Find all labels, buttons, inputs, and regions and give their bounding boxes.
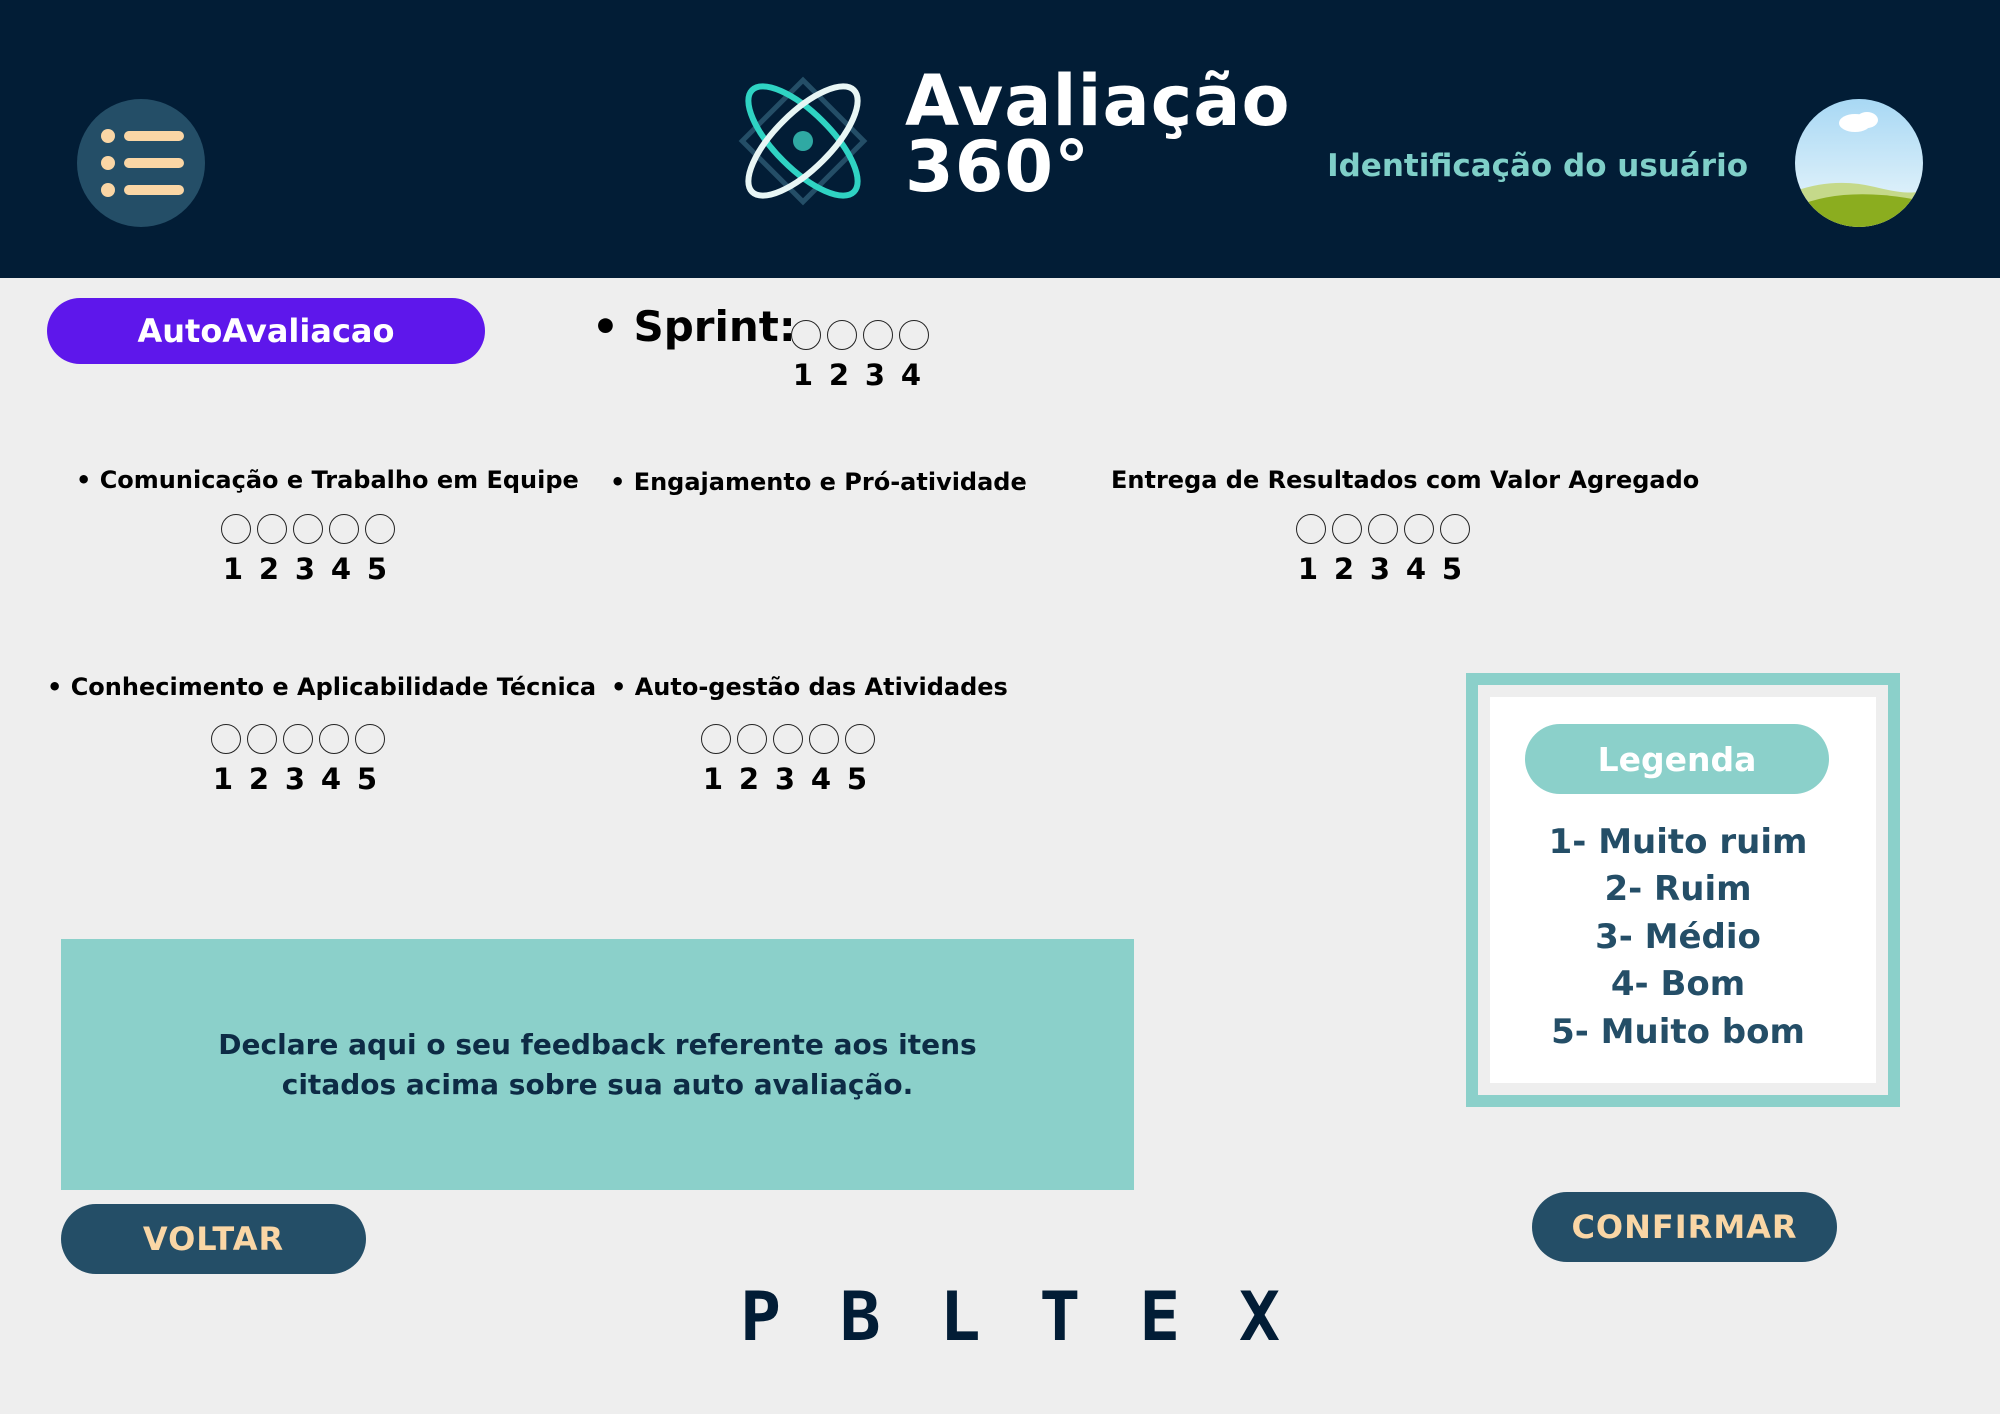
rating-radio-1[interactable] (1296, 514, 1326, 544)
scale-number: 5 (1441, 552, 1463, 586)
rating-radio-1[interactable] (221, 514, 251, 544)
scale-number: 2 (258, 552, 280, 586)
rating-radio-5[interactable] (365, 514, 395, 544)
scale-number: 3 (284, 762, 306, 796)
rating-radio-3[interactable] (283, 724, 313, 754)
legend-title: Legenda (1525, 724, 1829, 794)
brand-letter: X (1238, 1278, 1280, 1357)
brand-letter: T (1039, 1278, 1081, 1357)
tab-autoavaliacao[interactable]: AutoAvaliacao (47, 298, 485, 364)
sprint-radio-4[interactable] (899, 320, 929, 350)
rating-radio-2[interactable] (1332, 514, 1362, 544)
app-title-line2: 360° (905, 126, 1091, 208)
scale-number: 5 (846, 762, 868, 796)
scale-number: 4 (900, 358, 922, 392)
criterion-radio-group-results (1296, 514, 1476, 544)
criterion-radio-group-communication (221, 514, 401, 544)
legend-item: 1- Muito ruim (1548, 822, 1808, 862)
scale-number: 1 (702, 762, 724, 796)
rating-radio-5[interactable] (1440, 514, 1470, 544)
list-icon-line (124, 158, 184, 168)
brand-letter: B (839, 1278, 881, 1357)
rating-radio-5[interactable] (845, 724, 875, 754)
user-avatar[interactable] (1795, 99, 1923, 227)
criterion-label-self-management: • Auto-gestão das Atividades (611, 673, 1008, 701)
sprint-scale: 1 2 3 4 (785, 358, 929, 392)
scale-number: 4 (320, 762, 342, 796)
rating-radio-3[interactable] (773, 724, 803, 754)
feedback-placeholder-line1: Declare aqui o seu feedback referente ao… (218, 1027, 977, 1061)
scale-number: 2 (828, 358, 850, 392)
rating-radio-2[interactable] (247, 724, 277, 754)
scale-number: 1 (792, 358, 814, 392)
scale-number: 3 (1369, 552, 1391, 586)
brand-letter: P (740, 1278, 781, 1357)
scale-number: 1 (222, 552, 244, 586)
rating-radio-1[interactable] (211, 724, 241, 754)
sprint-radio-1[interactable] (791, 320, 821, 350)
criterion-label-technical: • Conhecimento e Aplicabilidade Técnica (47, 673, 597, 701)
rating-radio-4[interactable] (329, 514, 359, 544)
rating-radio-1[interactable] (701, 724, 731, 754)
brand-logo: P B L T E X (740, 1278, 1280, 1357)
app-title-line1: Avaliação (905, 60, 1291, 142)
app-title: Avaliação 360° (905, 60, 1291, 208)
list-icon-dot (101, 183, 115, 197)
scale-number: 5 (366, 552, 388, 586)
criterion-radio-group-technical (211, 724, 391, 754)
legend-item: 4- Bom (1610, 964, 1746, 1004)
confirm-button[interactable]: CONFIRMAR (1532, 1192, 1837, 1262)
brand-letter: L (939, 1278, 981, 1357)
criterion-scale-results: 1 2 3 4 5 (1290, 552, 1470, 586)
criterion-label-engagement: • Engajamento e Pró-atividade (610, 468, 1027, 496)
landscape-avatar-icon (1795, 99, 1923, 227)
feedback-textarea[interactable]: Declare aqui o seu feedback referente ao… (61, 939, 1134, 1190)
scale-number: 3 (864, 358, 886, 392)
atom-icon (738, 76, 868, 206)
menu-button[interactable] (77, 99, 205, 227)
rating-radio-4[interactable] (1404, 514, 1434, 544)
rating-radio-5[interactable] (355, 724, 385, 754)
scale-number: 3 (294, 552, 316, 586)
rating-radio-4[interactable] (319, 724, 349, 754)
rating-radio-2[interactable] (257, 514, 287, 544)
scale-number: 3 (774, 762, 796, 796)
rating-radio-4[interactable] (809, 724, 839, 754)
legend-item: 5- Muito bom (1551, 1012, 1805, 1052)
sprint-radio-2[interactable] (827, 320, 857, 350)
criterion-label-communication: • Comunicação e Trabalho em Equipe (76, 466, 579, 494)
list-icon-dot (101, 156, 115, 170)
scale-number: 4 (1405, 552, 1427, 586)
list-icon-line (124, 185, 184, 195)
criterion-scale-technical: 1 2 3 4 5 (205, 762, 385, 796)
header-bar: Avaliação 360° Identificação do usuário (0, 0, 2000, 278)
feedback-placeholder: Declare aqui o seu feedback referente ao… (218, 1025, 976, 1105)
legend-item: 3- Médio (1595, 917, 1761, 957)
scale-number: 4 (810, 762, 832, 796)
criterion-radio-group-self-management (701, 724, 881, 754)
scale-number: 2 (248, 762, 270, 796)
sprint-radio-group (791, 320, 935, 350)
rating-radio-3[interactable] (1368, 514, 1398, 544)
criterion-scale-self-management: 1 2 3 4 5 (695, 762, 875, 796)
rating-radio-2[interactable] (737, 724, 767, 754)
scale-number: 5 (356, 762, 378, 796)
rating-radio-3[interactable] (293, 514, 323, 544)
scale-number: 1 (1297, 552, 1319, 586)
sprint-radio-3[interactable] (863, 320, 893, 350)
criterion-label-results: Entrega de Resultados com Valor Agregado (1111, 466, 1700, 494)
scale-number: 4 (330, 552, 352, 586)
scale-number: 2 (1333, 552, 1355, 586)
criterion-scale-communication: 1 2 3 4 5 (215, 552, 395, 586)
list-icon-line (124, 131, 184, 141)
user-identification-link[interactable]: Identificação do usuário (1327, 148, 1748, 184)
scale-number: 2 (738, 762, 760, 796)
feedback-placeholder-line2: citados acima sobre sua auto avaliação. (281, 1067, 914, 1101)
list-icon (101, 129, 115, 143)
brand-letter: E (1139, 1278, 1181, 1357)
sprint-label: • Sprint: (592, 302, 796, 351)
legend-item: 2- Ruim (1604, 869, 1752, 909)
scale-number: 1 (212, 762, 234, 796)
back-button[interactable]: VOLTAR (61, 1204, 366, 1274)
